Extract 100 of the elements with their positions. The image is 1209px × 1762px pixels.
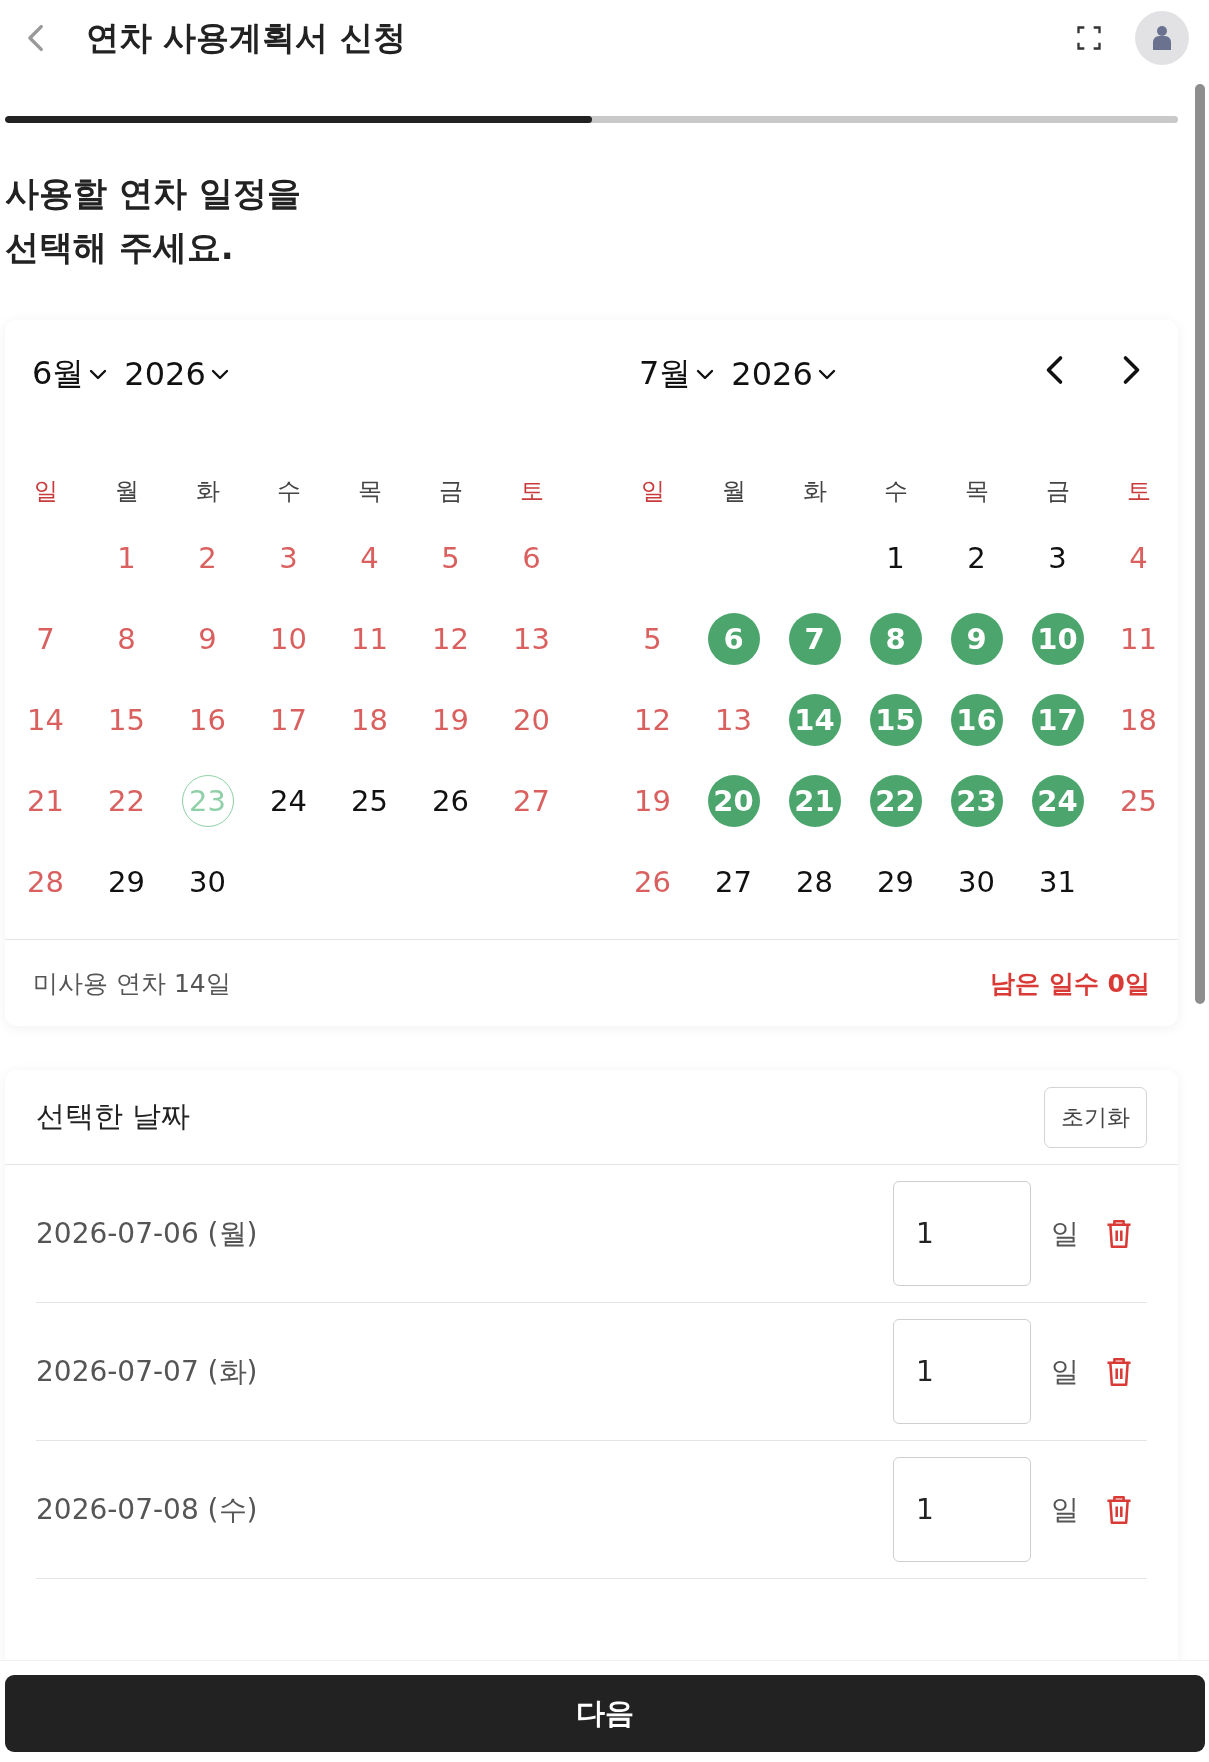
weekday-label: 화 — [802, 475, 827, 507]
next-button[interactable]: 다음 — [5, 1675, 1205, 1752]
selected-day[interactable]: 10 — [1031, 612, 1084, 665]
calendar-day[interactable]: 3 — [262, 531, 315, 584]
calendar-day[interactable]: 20 — [505, 693, 558, 746]
month-dropdown[interactable]: 7월 — [639, 352, 718, 396]
weekday-label: 월 — [721, 475, 746, 507]
selected-day[interactable]: 23 — [950, 774, 1003, 827]
calendar-day[interactable]: 24 — [262, 774, 315, 827]
selected-day[interactable]: 24 — [1031, 774, 1084, 827]
year-dropdown[interactable]: 2026 — [124, 355, 232, 393]
trash-icon — [1105, 1218, 1133, 1249]
calendar-day[interactable]: 12 — [424, 612, 477, 665]
calendar-day[interactable]: 26 — [626, 855, 679, 908]
weekday-label: 토 — [1126, 475, 1151, 507]
calendar-day[interactable]: 6 — [505, 531, 558, 584]
calendar-day[interactable]: 18 — [1112, 693, 1165, 746]
selected-day[interactable]: 6 — [707, 612, 760, 665]
unit-text: 일 — [1051, 1353, 1079, 1390]
trash-icon — [1105, 1356, 1133, 1387]
selected-day[interactable]: 7 — [788, 612, 841, 665]
calendar-day[interactable]: 16 — [181, 693, 234, 746]
calendar-day[interactable]: 21 — [19, 774, 72, 827]
person-icon — [1152, 25, 1172, 51]
days-input[interactable]: 1 — [893, 1319, 1031, 1424]
weekday-label: 월 — [114, 475, 139, 507]
reset-button[interactable]: 초기화 — [1044, 1086, 1147, 1148]
calendar-day[interactable]: 19 — [424, 693, 477, 746]
selected-day[interactable]: 22 — [869, 774, 922, 827]
date-text: 2026-07-08 (수) — [36, 1491, 259, 1528]
calendar-day[interactable]: 5 — [626, 612, 679, 665]
calendar-day[interactable]: 4 — [1112, 531, 1165, 584]
selected-day[interactable]: 8 — [869, 612, 922, 665]
trash-icon — [1105, 1494, 1133, 1525]
calendar-day[interactable]: 7 — [19, 612, 72, 665]
delete-button[interactable] — [1105, 1494, 1133, 1525]
calendar-day[interactable]: 30 — [181, 855, 234, 908]
avatar[interactable] — [1135, 11, 1189, 65]
calendar-day[interactable]: 17 — [262, 693, 315, 746]
unit-text: 일 — [1051, 1491, 1079, 1528]
calendar-day[interactable]: 11 — [1112, 612, 1165, 665]
calendar-day[interactable]: 11 — [343, 612, 396, 665]
calendar-day[interactable]: 8 — [100, 612, 153, 665]
weekday-label: 일 — [33, 475, 58, 507]
calendar-day[interactable]: 28 — [19, 855, 72, 908]
weekday-label: 수 — [276, 475, 301, 507]
calendar-day[interactable]: 4 — [343, 531, 396, 584]
calendar-day[interactable]: 3 — [1031, 531, 1084, 584]
calendar-day[interactable]: 10 — [262, 612, 315, 665]
delete-button[interactable] — [1105, 1356, 1133, 1387]
weekday-label: 화 — [195, 475, 220, 507]
instruction-heading: 사용할 연차 일정을 선택해 주세요. — [5, 172, 302, 269]
calendar-day[interactable]: 19 — [626, 774, 679, 827]
calendar-day[interactable]: 18 — [343, 693, 396, 746]
calendar-day[interactable]: 1 — [100, 531, 153, 584]
calendar-day[interactable]: 5 — [424, 531, 477, 584]
weekday-label: 토 — [519, 475, 544, 507]
calendar-day[interactable]: 12 — [626, 693, 679, 746]
calendar-day[interactable]: 27 — [505, 774, 558, 827]
calendar-day[interactable]: 9 — [181, 612, 234, 665]
date-text: 2026-07-06 (월) — [36, 1215, 259, 1252]
year-dropdown[interactable]: 2026 — [731, 355, 839, 393]
calendar-day[interactable]: 15 — [100, 693, 153, 746]
calendar-day[interactable]: 2 — [181, 531, 234, 584]
calendar-day[interactable]: 25 — [343, 774, 396, 827]
calendar-day[interactable]: 22 — [100, 774, 153, 827]
selected-day[interactable]: 17 — [1031, 693, 1084, 746]
selected-day[interactable]: 15 — [869, 693, 922, 746]
unit-text: 일 — [1051, 1215, 1079, 1252]
calendar-day[interactable]: 13 — [505, 612, 558, 665]
calendar-day[interactable]: 13 — [707, 693, 760, 746]
calendar-day[interactable]: 26 — [424, 774, 477, 827]
days-input[interactable]: 1 — [893, 1457, 1031, 1562]
unused-leave-text: 미사용 연차 14일 — [33, 967, 231, 1000]
weekday-label: 수 — [883, 475, 908, 507]
calendar-day[interactable]: 28 — [788, 855, 841, 908]
scrollbar[interactable] — [1195, 84, 1205, 1004]
calendar-day[interactable]: 31 — [1031, 855, 1084, 908]
calendar-day[interactable]: 14 — [19, 693, 72, 746]
weekday-label: 목 — [964, 475, 989, 507]
calendar-day[interactable]: 27 — [707, 855, 760, 908]
page-title: 연차 사용계획서 신청 — [86, 16, 407, 59]
section-title: 선택한 날짜 — [36, 1098, 191, 1135]
remaining-days-text: 남은 일수 0일 — [990, 967, 1150, 1000]
fullscreen-button[interactable] — [1075, 24, 1103, 52]
days-input[interactable]: 1 — [893, 1181, 1031, 1286]
calendar-day[interactable]: 2 — [950, 531, 1003, 584]
calendar-day[interactable]: 29 — [869, 855, 922, 908]
selected-day[interactable]: 21 — [788, 774, 841, 827]
calendar-day[interactable]: 29 — [100, 855, 153, 908]
selected-day[interactable]: 9 — [950, 612, 1003, 665]
delete-button[interactable] — [1105, 1218, 1133, 1249]
calendar-day[interactable]: 30 — [950, 855, 1003, 908]
calendar-day[interactable]: 1 — [869, 531, 922, 584]
calendar-day[interactable]: 25 — [1112, 774, 1165, 827]
selected-day[interactable]: 20 — [707, 774, 760, 827]
selected-day[interactable]: 14 — [788, 693, 841, 746]
month-dropdown[interactable]: 6월 — [32, 352, 111, 396]
selected-day[interactable]: 16 — [950, 693, 1003, 746]
fullscreen-icon — [1075, 24, 1103, 52]
